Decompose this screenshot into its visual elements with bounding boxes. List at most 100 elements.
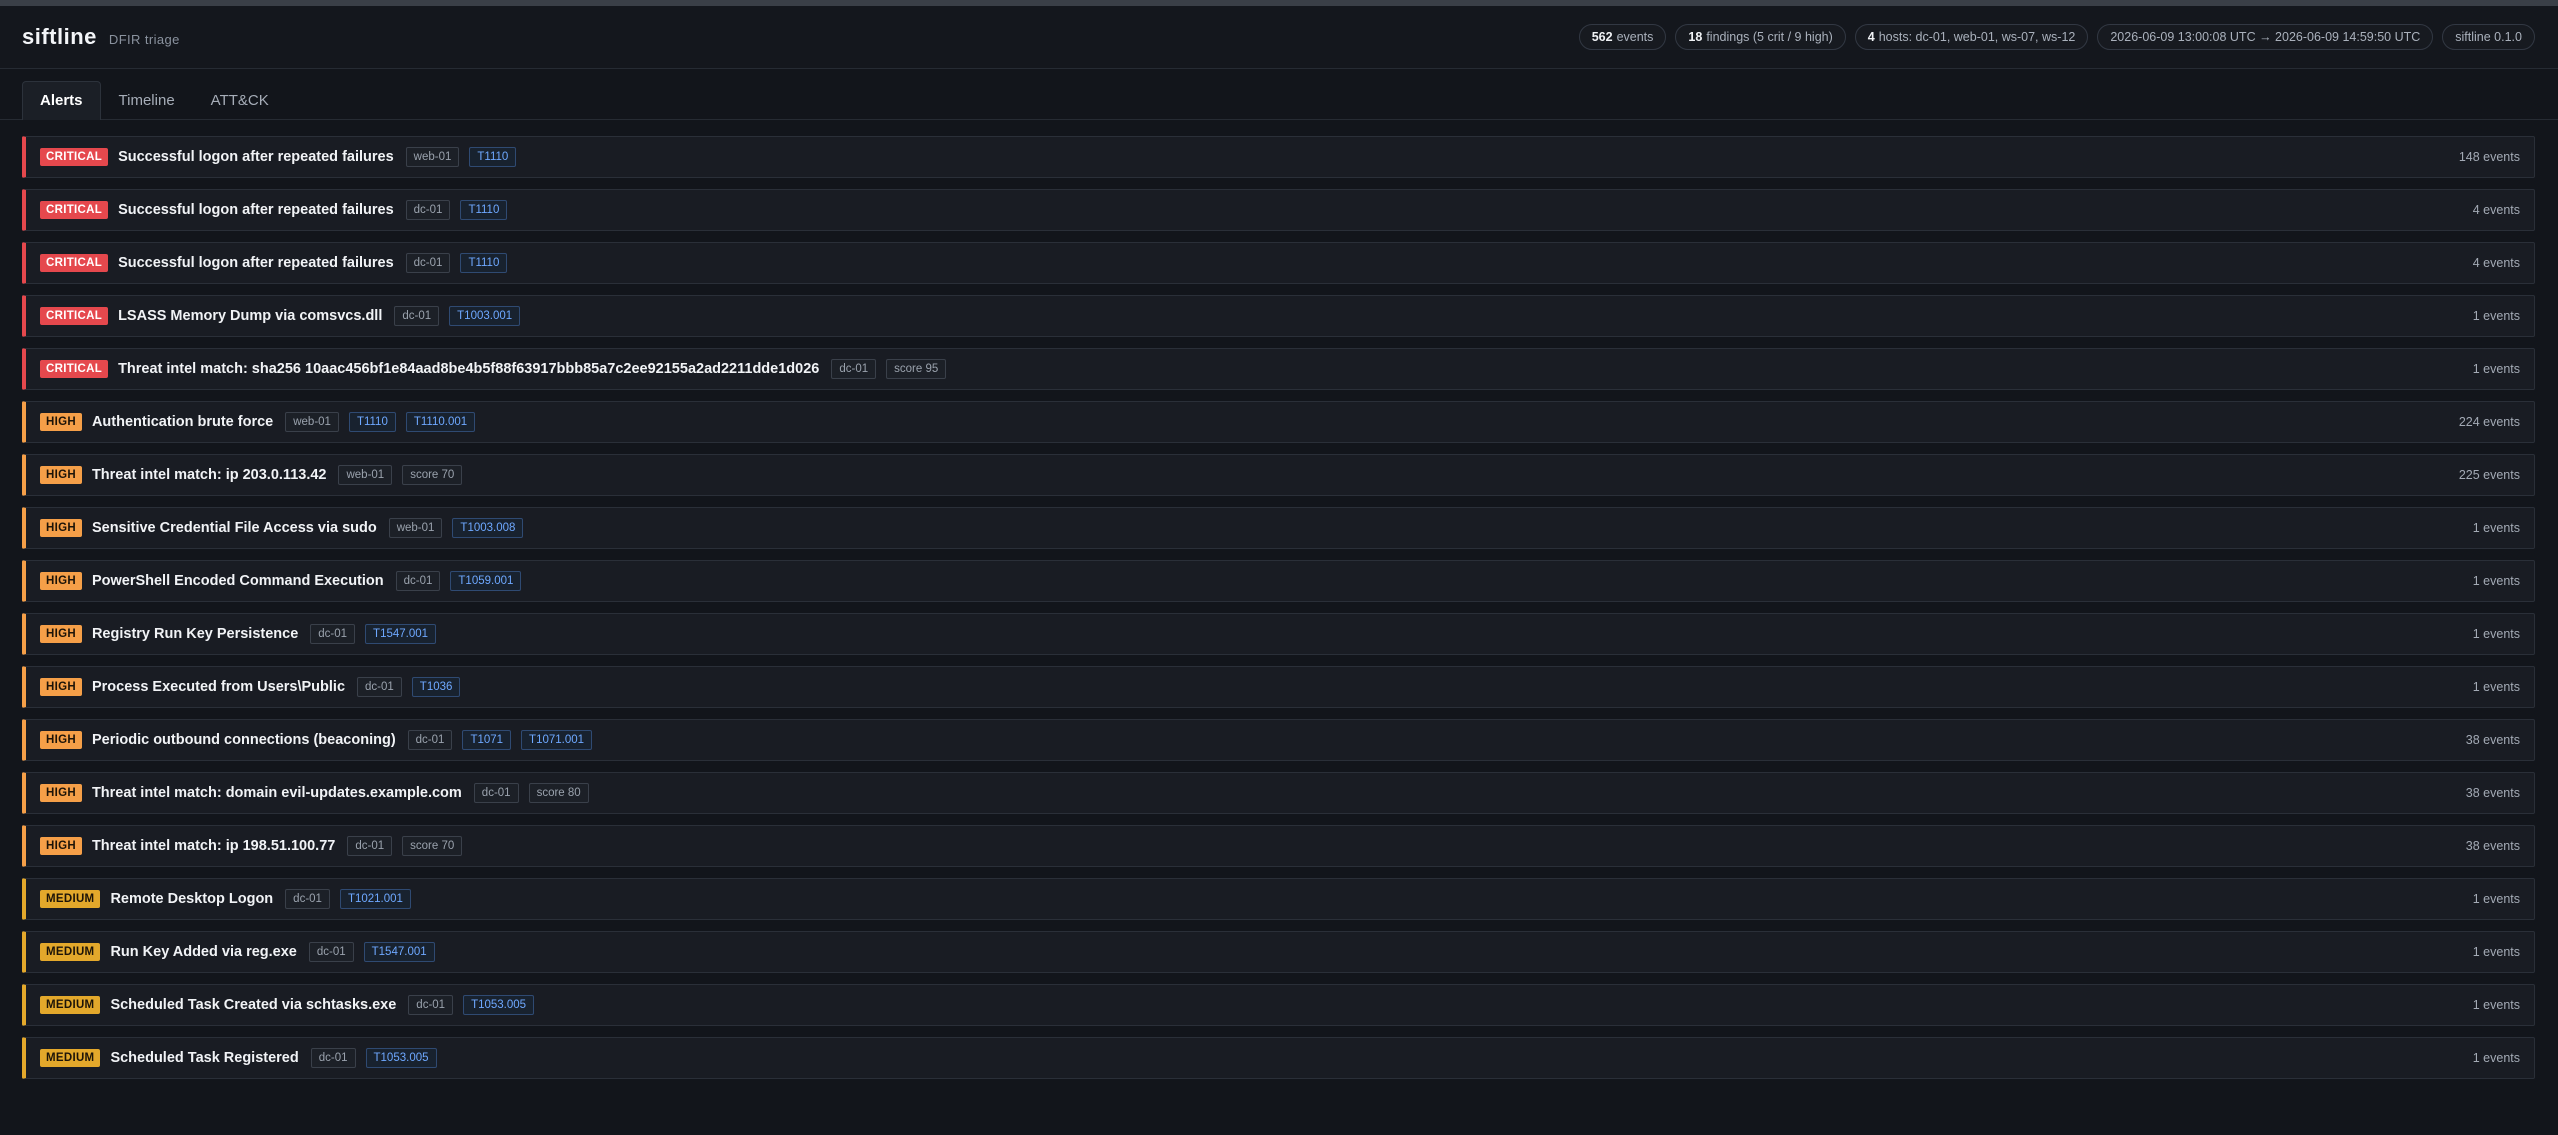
alert-title: Threat intel match: ip 203.0.113.42 xyxy=(91,467,327,483)
event-count: 1 events xyxy=(2472,680,2520,694)
score-tag: score 70 xyxy=(402,836,463,856)
tab-timeline[interactable]: Timeline xyxy=(101,81,193,120)
alert-row[interactable]: HIGH Threat intel match: ip 198.51.100.77… xyxy=(22,825,2535,867)
event-count: 224 events xyxy=(2458,415,2520,429)
stat-time-range: 2026-06-09 13:00:08 UTC → 2026-06-09 14:… xyxy=(2097,24,2434,50)
host-tag: dc-01 xyxy=(407,730,453,750)
event-count: 225 events xyxy=(2458,468,2520,482)
technique-tag: T1036 xyxy=(411,677,461,697)
severity-badge: HIGH xyxy=(40,784,82,802)
severity-badge: HIGH xyxy=(40,625,82,643)
stat-findings: 18 findings (5 crit / 9 high) xyxy=(1675,24,1846,50)
stat-label: siftline 0.1.0 xyxy=(2455,30,2522,44)
event-count: 1 events xyxy=(2472,892,2520,906)
alert-title: PowerShell Encoded Command Execution xyxy=(91,573,384,589)
alert-row[interactable]: CRITICAL LSASS Memory Dump via comsvcs.dl… xyxy=(22,295,2535,337)
severity-badge: CRITICAL xyxy=(40,148,109,166)
technique-tag: T1071.001 xyxy=(521,730,593,750)
alert-title: Authentication brute force xyxy=(91,414,274,430)
alert-title: Scheduled Task Created via schtasks.exe xyxy=(110,997,397,1013)
event-count: 1 events xyxy=(2472,362,2520,376)
technique-tag: T1003.001 xyxy=(449,306,521,326)
technique-tag: T1003.008 xyxy=(452,518,524,538)
stat-hosts: 4 hosts: dc-01, web-01, ws-07, ws-12 xyxy=(1854,24,2089,50)
technique-tag: T1059.001 xyxy=(450,571,522,591)
alert-row[interactable]: HIGH Threat intel match: ip 203.0.113.42 w… xyxy=(22,454,2535,496)
alert-row[interactable]: CRITICAL Successful logon after repeated … xyxy=(22,242,2535,284)
alert-row[interactable]: MEDIUM Remote Desktop Logon dc-01 T1021.001… xyxy=(22,878,2535,920)
technique-tag: T1021.001 xyxy=(339,889,411,909)
event-count: 1 events xyxy=(2472,945,2520,959)
event-count: 1 events xyxy=(2472,309,2520,323)
technique-tag: T1053.005 xyxy=(365,1048,437,1068)
event-count: 4 events xyxy=(2472,256,2520,270)
alert-title: Scheduled Task Registered xyxy=(110,1050,299,1066)
alert-row[interactable]: HIGH Authentication brute force web-01 T111… xyxy=(22,401,2535,443)
alert-title: Threat intel match: ip 198.51.100.77 xyxy=(91,838,336,854)
severity-badge: HIGH xyxy=(40,731,82,749)
tab-attack[interactable]: ATT&CK xyxy=(193,81,287,120)
severity-badge: HIGH xyxy=(40,466,82,484)
alert-row[interactable]: HIGH Registry Run Key Persistence dc-01 T15… xyxy=(22,613,2535,655)
alert-row[interactable]: HIGH Process Executed from Users\Public dc… xyxy=(22,666,2535,708)
alert-title: Registry Run Key Persistence xyxy=(91,626,299,642)
alert-title: Successful logon after repeated failures xyxy=(118,255,394,271)
alert-row[interactable]: HIGH Periodic outbound connections (beaco… xyxy=(22,719,2535,761)
technique-tag: T1110 xyxy=(348,412,396,432)
alert-row[interactable]: CRITICAL Successful logon after repeated … xyxy=(22,189,2535,231)
alert-title: Remote Desktop Logon xyxy=(110,891,274,907)
host-tag: dc-01 xyxy=(310,1048,356,1068)
technique-tag: T1053.005 xyxy=(463,995,535,1015)
alert-row[interactable]: MEDIUM Run Key Added via reg.exe dc-01 T154… xyxy=(22,931,2535,973)
alert-row[interactable]: HIGH Sensitive Credential File Access via… xyxy=(22,507,2535,549)
stat-label: findings (5 crit / 9 high) xyxy=(1706,30,1833,44)
score-tag: score 80 xyxy=(528,783,589,803)
technique-tag: T1110 xyxy=(469,147,517,167)
stat-label: hosts: dc-01, web-01, ws-07, ws-12 xyxy=(1878,30,2076,44)
technique-tag: T1110 xyxy=(460,200,508,220)
host-tag: dc-01 xyxy=(473,783,519,803)
tab-alerts[interactable]: Alerts xyxy=(22,81,101,120)
stats-bar: 562 events 18 findings (5 crit / 9 high) 4… xyxy=(1578,24,2535,50)
alert-row[interactable]: HIGH PowerShell Encoded Command Execution… xyxy=(22,560,2535,602)
event-count: 1 events xyxy=(2472,627,2520,641)
severity-badge: CRITICAL xyxy=(40,360,109,378)
stat-events: 562 events xyxy=(1578,24,1667,50)
app-name: siftline xyxy=(22,24,97,49)
host-tag: dc-01 xyxy=(395,571,441,591)
alert-row[interactable]: CRITICAL Successful logon after repeated … xyxy=(22,136,2535,178)
alert-row[interactable]: MEDIUM Scheduled Task Registered dc-01 T105… xyxy=(22,1037,2535,1079)
app-header: siftline DFIR triage 562 events 18 finding… xyxy=(0,6,2558,69)
host-tag: web-01 xyxy=(388,518,443,538)
alert-title: Run Key Added via reg.exe xyxy=(110,944,297,960)
event-count: 38 events xyxy=(2465,839,2520,853)
severity-badge: CRITICAL xyxy=(40,201,109,219)
alert-title: Sensitive Credential File Access via sud… xyxy=(91,520,377,536)
host-tag: dc-01 xyxy=(310,624,356,644)
severity-badge: CRITICAL xyxy=(40,307,109,325)
stat-version: siftline 0.1.0 xyxy=(2442,24,2535,50)
severity-badge: HIGH xyxy=(40,572,82,590)
host-tag: web-01 xyxy=(405,147,460,167)
severity-badge: CRITICAL xyxy=(40,254,109,272)
alert-title: Threat intel match: sha256 10aac456bf1e8… xyxy=(118,361,820,377)
alert-title: Successful logon after repeated failures xyxy=(118,202,394,218)
severity-badge: HIGH xyxy=(40,413,82,431)
stat-value: 18 xyxy=(1688,30,1703,44)
host-tag: dc-01 xyxy=(347,836,393,856)
alert-row[interactable]: HIGH Threat intel match: domain evil-upda… xyxy=(22,772,2535,814)
host-tag: web-01 xyxy=(338,465,393,485)
severity-badge: HIGH xyxy=(40,678,82,696)
severity-badge: MEDIUM xyxy=(40,1049,101,1067)
event-count: 1 events xyxy=(2472,574,2520,588)
alert-row[interactable]: MEDIUM Scheduled Task Created via schtask… xyxy=(22,984,2535,1026)
technique-tag: T1547.001 xyxy=(365,624,437,644)
technique-tag: T1547.001 xyxy=(363,942,435,962)
event-count: 4 events xyxy=(2472,203,2520,217)
alert-row[interactable]: CRITICAL Threat intel match: sha256 10aac… xyxy=(22,348,2535,390)
alert-title: Periodic outbound connections (beaconing… xyxy=(91,732,396,748)
host-tag: dc-01 xyxy=(308,942,354,962)
event-count: 1 events xyxy=(2472,998,2520,1012)
technique-tag: T1110 xyxy=(460,253,508,273)
event-count: 38 events xyxy=(2465,786,2520,800)
